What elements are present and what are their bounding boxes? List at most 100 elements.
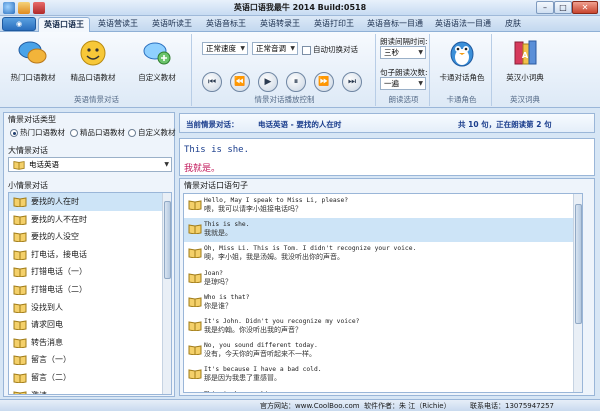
maximize-button[interactable]: □ bbox=[554, 1, 572, 14]
reading-progress: 共 10 句，正在朗读第 2 句 bbox=[458, 120, 552, 129]
conversation-cn: 喂，我可以请李小姐接电话吗？ bbox=[204, 205, 302, 213]
speed-select[interactable]: 正常速度 ▼ bbox=[202, 42, 248, 55]
small-scene-item[interactable]: 邀请 bbox=[9, 387, 171, 394]
chevron-down-icon: ▼ bbox=[290, 45, 295, 52]
book-icon bbox=[13, 373, 27, 383]
auto-switch-checkbox[interactable]: 自动切换对话 bbox=[302, 44, 358, 55]
fastforward-button[interactable]: ⏭ bbox=[342, 72, 362, 92]
conversation-cn: 我就是。 bbox=[204, 229, 232, 238]
status-phone: 联系电话：13075947257 bbox=[470, 402, 554, 410]
tab-transcribe[interactable]: 英语转录王 bbox=[254, 17, 306, 32]
chat-bubbles-icon bbox=[18, 41, 47, 64]
small-scene-item-label: 请求回电 bbox=[31, 320, 63, 330]
conversation-panel: 情景对话口语句子 Hello, May I speak to Miss Li, … bbox=[179, 178, 595, 396]
big-scene-select[interactable]: 电话英语 ▼ bbox=[8, 157, 172, 172]
close-button[interactable]: ✕ bbox=[572, 1, 598, 14]
conversation-row[interactable]: Joan? 是琼吗？ bbox=[184, 267, 582, 291]
tab-print[interactable]: 英语打印王 bbox=[308, 17, 360, 32]
conversation-row[interactable]: It's because I have a bad cold. 那是因为我患了重感… bbox=[184, 363, 582, 387]
small-scene-item[interactable]: 留言（二） bbox=[9, 369, 171, 387]
small-scene-list: 要找的人在时 要找的人不在时要找的人没空打电话，接电话 打错电话（一） 打错电话（二）… bbox=[8, 192, 172, 395]
minimize-button[interactable]: – bbox=[536, 1, 554, 14]
book-icon bbox=[188, 369, 202, 380]
small-scene-item[interactable]: 留言（一） bbox=[9, 351, 171, 369]
dictionary-button[interactable]: A 英汉小词典 bbox=[496, 38, 554, 83]
title-bar: 英语口语我最牛 2014 Build:0518 – □ ✕ bbox=[0, 0, 600, 16]
conversation-row[interactable]: Who is that? 你是谁？ bbox=[184, 291, 582, 315]
scrollbar-thumb[interactable] bbox=[164, 201, 171, 279]
chevron-down-icon: ▼ bbox=[418, 80, 423, 87]
book-icon bbox=[188, 321, 202, 331]
type-hot-label: 热门口语教材 bbox=[20, 128, 65, 137]
small-scene-item-label: 要找的人没空 bbox=[31, 232, 79, 242]
conversation-scrollbar[interactable] bbox=[573, 194, 582, 392]
hot-textbook-button[interactable]: 热门口语教材 bbox=[4, 38, 62, 83]
pause-button[interactable]: ⏸ bbox=[286, 72, 306, 92]
small-scene-item[interactable]: 没找到人 bbox=[9, 299, 171, 317]
tab-oral[interactable]: 英语口语王 bbox=[38, 17, 90, 32]
type-title: 情景对话类型 bbox=[8, 115, 56, 124]
small-scene-item[interactable]: 请求回电 bbox=[9, 316, 171, 334]
rewind-button[interactable]: ⏮ bbox=[202, 72, 222, 92]
conversation-row[interactable]: Hello, May I speak to Miss Li, please? 喂，… bbox=[184, 194, 582, 218]
app-menu-icon: ◉ bbox=[15, 20, 23, 28]
conversation-row[interactable]: Oh, Miss Li. This is Tom. I didn't recog… bbox=[184, 242, 582, 266]
conversation-row[interactable]: It's John. Didn't you recognize my voice… bbox=[184, 315, 582, 339]
small-scene-item[interactable]: 要找的人没空 bbox=[9, 228, 171, 246]
book-icon bbox=[13, 250, 27, 260]
small-scene-item[interactable]: 打错电话（二） bbox=[9, 281, 171, 299]
tab-phonetic-guide[interactable]: 英语音标一目通 bbox=[362, 17, 428, 32]
prev-icon: ⏪ bbox=[234, 77, 246, 87]
tab-skin[interactable]: 皮肤 bbox=[498, 17, 528, 32]
conversation-cn: 那是因为我患了重感冒。 bbox=[204, 374, 281, 383]
small-scene-item[interactable]: 要找的人在时 bbox=[9, 193, 171, 211]
small-scene-item-label: 没找到人 bbox=[31, 302, 63, 312]
small-scene-item[interactable]: 转告消息 bbox=[9, 334, 171, 352]
cartoon-role-button[interactable]: 卡通对话角色 bbox=[434, 38, 490, 83]
type-radio-hot[interactable]: 热门口语教材 bbox=[10, 127, 65, 138]
window-title: 英语口语我最牛 2014 Build:0518 bbox=[233, 3, 367, 12]
count-value: 一遍 bbox=[384, 79, 399, 88]
radio-icon bbox=[70, 129, 78, 137]
book-icon bbox=[13, 197, 27, 207]
type-radio-custom[interactable]: 自定义教材 bbox=[128, 127, 176, 138]
small-scene-item[interactable]: 打错电话（一） bbox=[9, 263, 171, 281]
count-select[interactable]: 一遍 ▼ bbox=[380, 77, 426, 90]
conversation-en: This is he speaking. bbox=[204, 390, 582, 393]
conversation-cn: 你是谁？ bbox=[204, 301, 232, 310]
app-menu-button[interactable]: ◉ bbox=[2, 17, 36, 31]
small-scene-scrollbar[interactable] bbox=[162, 193, 171, 394]
tone-select[interactable]: 正常音调 ▼ bbox=[252, 42, 298, 55]
chevron-down-icon: ▼ bbox=[418, 49, 423, 56]
prev-button[interactable]: ⏪ bbox=[230, 72, 250, 92]
next-button[interactable]: ⏩ bbox=[314, 72, 334, 92]
book-icon bbox=[13, 390, 27, 394]
play-button[interactable]: ▶ bbox=[258, 72, 278, 92]
tab-phonetic[interactable]: 英语音标王 bbox=[200, 17, 252, 32]
type-custom-label: 自定义教材 bbox=[138, 128, 176, 137]
small-scene-title: 小情景对话 bbox=[8, 181, 48, 190]
dictionary-label: 英汉小词典 bbox=[506, 73, 544, 82]
type-premium-label: 精品口语教材 bbox=[80, 128, 125, 137]
book-icon bbox=[13, 215, 27, 225]
conversation-row[interactable]: No, you sound different today. 没有，今天你的声音听… bbox=[184, 339, 582, 363]
small-scene-item[interactable]: 要找的人不在时 bbox=[9, 211, 171, 229]
next-icon: ⏩ bbox=[318, 77, 330, 87]
custom-textbook-button[interactable]: 自定义教材 bbox=[126, 38, 188, 83]
type-radio-premium[interactable]: 精品口语教材 bbox=[70, 127, 125, 138]
scrollbar-thumb[interactable] bbox=[575, 204, 582, 324]
conversation-cn: 噢，李小姐，我是汤姆。我没听出你的声音。 bbox=[204, 253, 344, 262]
tab-grammar-guide[interactable]: 英语语法一目通 bbox=[430, 17, 496, 32]
premium-textbook-button[interactable]: 精品口语教材 bbox=[64, 38, 122, 83]
current-sentence-en: This is she. bbox=[184, 145, 250, 155]
radio-icon bbox=[128, 129, 136, 137]
tab-listening[interactable]: 英语听读王 bbox=[146, 17, 198, 32]
status-bar: 官方网站：www.CoolBoo.com 软件作者：朱 江（Richie） 联系… bbox=[0, 399, 600, 411]
tab-reading[interactable]: 英语营读王 bbox=[92, 17, 144, 32]
small-scene-item[interactable]: 打电话，接电话 bbox=[9, 246, 171, 264]
conversation-row[interactable]: This is he speaking.我就是。 bbox=[184, 388, 582, 393]
book-icon bbox=[13, 355, 27, 366]
conversation-row[interactable]: This is she. 我就是。 bbox=[184, 218, 582, 243]
interval-select[interactable]: 三秒 ▼ bbox=[380, 46, 426, 59]
book-icon bbox=[188, 224, 202, 235]
